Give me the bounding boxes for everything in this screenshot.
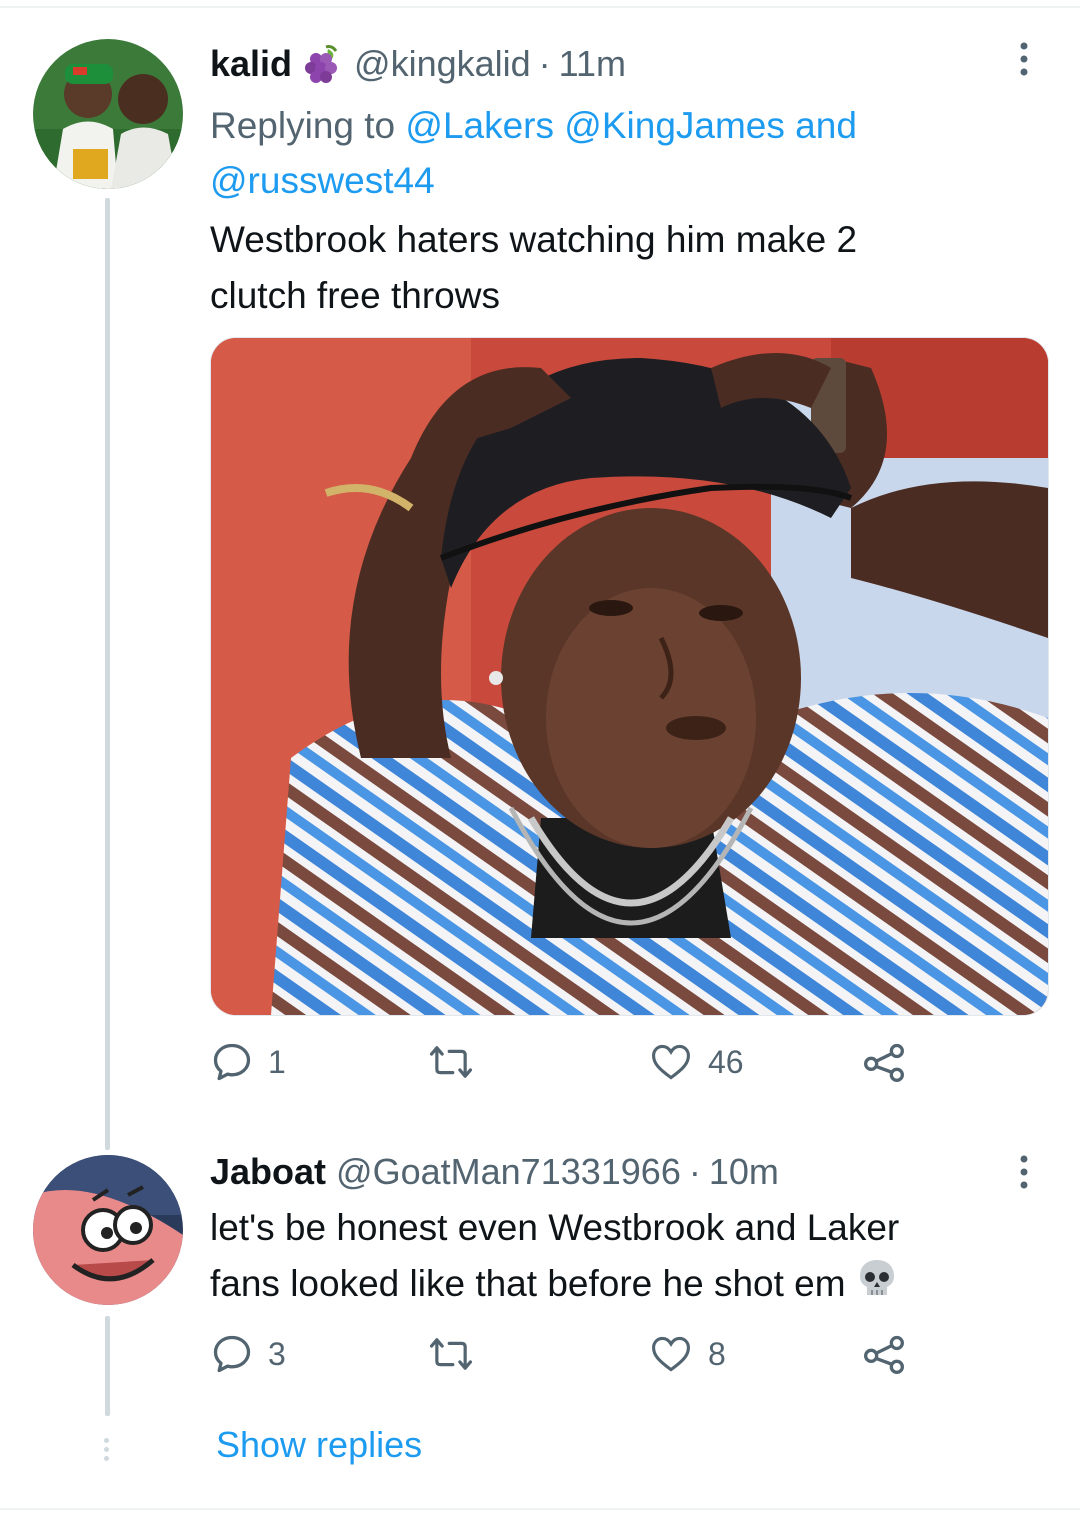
show-replies-link[interactable]: Show replies: [216, 1424, 422, 1466]
tweet-text-line: clutch free throws: [210, 275, 500, 316]
tweet-actions: 3 8: [210, 1332, 930, 1392]
mention-link[interactable]: @russwest44: [210, 160, 435, 201]
more-options-icon[interactable]: [1012, 40, 1036, 80]
retweet-icon: [428, 1332, 474, 1376]
retweet-button[interactable]: [428, 1040, 488, 1084]
author-handle[interactable]: @kingkalid: [354, 42, 531, 86]
avatar[interactable]: [33, 39, 183, 189]
heart-icon: [648, 1332, 694, 1376]
author-handle[interactable]: @GoatMan71331966: [336, 1150, 681, 1194]
thread-line: [105, 198, 110, 1150]
like-button[interactable]: 8: [648, 1332, 726, 1376]
like-count: 46: [708, 1043, 744, 1080]
avatar[interactable]: [33, 1155, 183, 1305]
mention-link[interactable]: @Lakers: [405, 105, 554, 146]
share-button[interactable]: [860, 1040, 908, 1084]
reply-button[interactable]: 1: [210, 1040, 286, 1084]
heart-icon: [648, 1040, 694, 1084]
author-name[interactable]: kalid: [210, 42, 292, 86]
tweet-text-line: Westbrook haters watching him make 2: [210, 219, 858, 260]
mention-link[interactable]: @KingJames: [564, 105, 785, 146]
tweet-header: kalid @kingkalid · 11m: [210, 42, 626, 86]
tweet-text-line: fans looked like that before he shot em: [210, 1263, 846, 1304]
thread-dots: [104, 1438, 109, 1461]
share-button[interactable]: [860, 1332, 908, 1376]
thread-line: [105, 1316, 110, 1416]
share-icon: [860, 1040, 908, 1084]
author-name[interactable]: Jaboat: [210, 1150, 326, 1194]
timestamp[interactable]: 10m: [709, 1150, 779, 1194]
reply-count: 1: [268, 1043, 286, 1080]
grapes-emoji-icon: [302, 43, 344, 85]
thread-view: kalid @kingkalid · 11m Replying to @Lake…: [0, 0, 1080, 1516]
tweet-text: Westbrook haters watching him make 2 clu…: [210, 212, 1010, 324]
tweet-text-line-2: fans looked like that before he shot em: [210, 1256, 1010, 1315]
reply-icon: [210, 1332, 254, 1376]
retweet-button[interactable]: [428, 1332, 488, 1376]
tweet-actions: 1 46: [210, 1040, 930, 1100]
mention-and[interactable]: and: [795, 105, 857, 146]
like-button[interactable]: 46: [648, 1040, 744, 1084]
share-icon: [860, 1332, 908, 1376]
tweet-header: Jaboat @GoatMan71331966 · 10m: [210, 1150, 779, 1194]
more-options-icon[interactable]: [1012, 1153, 1036, 1193]
reply-button[interactable]: 3: [210, 1332, 286, 1376]
replying-to-label: Replying to: [210, 105, 396, 146]
skull-emoji-icon: [856, 1257, 898, 1315]
separator: ·: [538, 43, 551, 84]
like-count: 8: [708, 1335, 726, 1372]
bottom-divider: [0, 1508, 1080, 1510]
separator: ·: [688, 1151, 701, 1192]
tweet-text: let's be honest even Westbrook and Laker…: [210, 1200, 1010, 1315]
tweet-media-image[interactable]: [210, 337, 1049, 1016]
replying-to: Replying to @Lakers @KingJames and @russ…: [210, 98, 1030, 208]
timestamp[interactable]: 11m: [559, 42, 626, 86]
top-divider: [0, 6, 1080, 8]
tweet-text-line: let's be honest even Westbrook and Laker: [210, 1207, 900, 1248]
retweet-icon: [428, 1040, 474, 1084]
reply-icon: [210, 1040, 254, 1084]
reply-count: 3: [268, 1335, 286, 1372]
